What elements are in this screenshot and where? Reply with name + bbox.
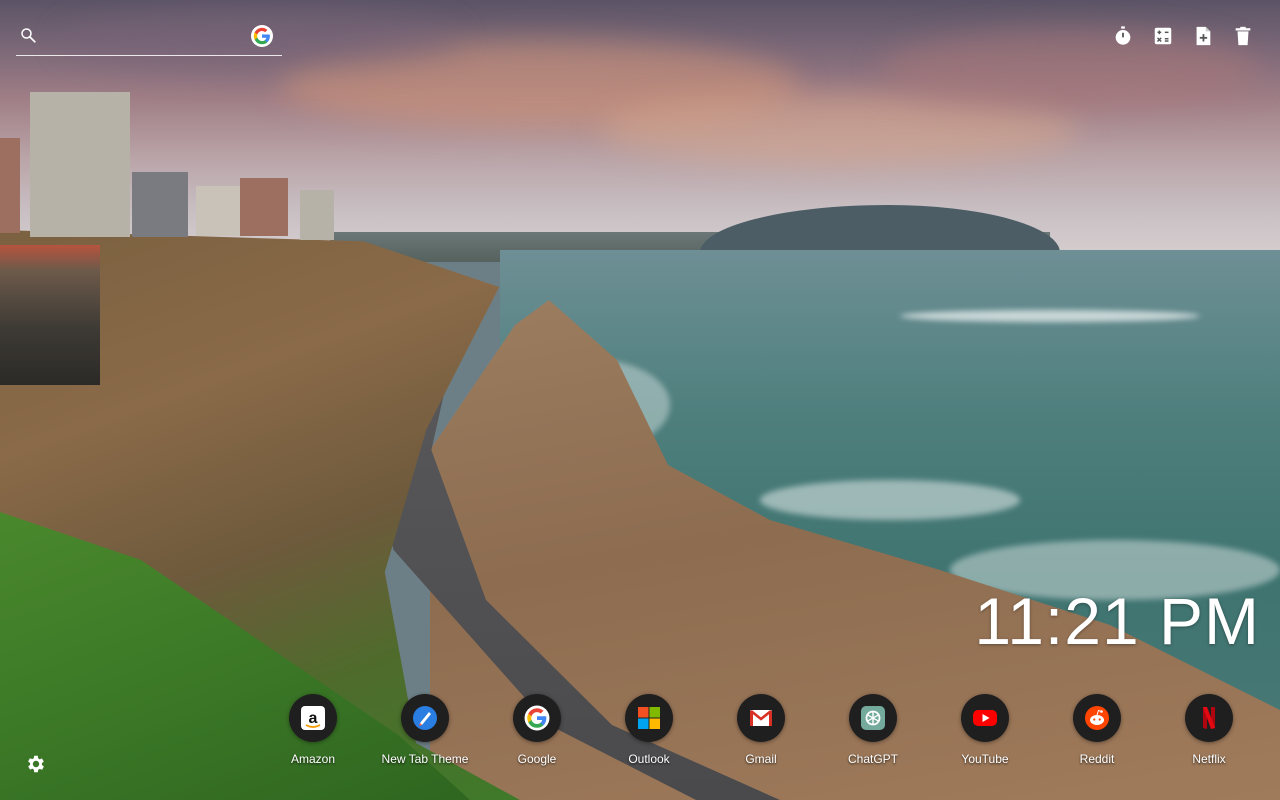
cliff-restaurant: [0, 245, 100, 385]
shortcut-label: Google: [517, 752, 557, 766]
shortcut-label: Gmail: [745, 752, 777, 766]
shortcut-label: YouTube: [961, 752, 1009, 766]
amazon-icon: a: [301, 706, 325, 730]
new-note-button[interactable]: [1191, 24, 1214, 48]
search-input[interactable]: [50, 24, 254, 50]
calculator-icon: [1154, 27, 1171, 45]
building: [132, 172, 188, 237]
search-icon[interactable]: [19, 26, 37, 44]
svg-text:a: a: [309, 710, 318, 727]
shortcut-new-tab-theme[interactable]: New Tab Theme: [369, 694, 481, 774]
shortcut-circle: a: [289, 694, 337, 742]
timer-icon: [1115, 26, 1130, 45]
shortcut-chatgpt[interactable]: ChatGPT: [817, 694, 929, 774]
building: [300, 190, 334, 240]
building: [196, 186, 240, 236]
building: [30, 92, 130, 237]
search-bar: [16, 20, 282, 56]
shortcut-label: Outlook: [628, 752, 670, 766]
building: [0, 138, 20, 233]
shortcut-label: Reddit: [1079, 752, 1115, 766]
shortcuts-bar: a Amazon New Tab Theme Google Outlook Gm…: [257, 694, 1265, 774]
clock-time: 11:21 PM: [974, 584, 1260, 658]
settings-button[interactable]: [25, 753, 47, 775]
shortcut-gmail[interactable]: Gmail: [705, 694, 817, 774]
shortcut-label: Amazon: [290, 752, 336, 766]
shortcut-label: ChatGPT: [847, 752, 898, 766]
wave: [900, 310, 1200, 322]
gmail-icon: [750, 709, 772, 726]
trash-button[interactable]: [1231, 24, 1254, 48]
calculator-button[interactable]: [1151, 24, 1174, 48]
shortcut-outlook[interactable]: Outlook: [593, 694, 705, 774]
shortcut-circle: [513, 694, 561, 742]
shortcut-circle: [849, 694, 897, 742]
shortcut-circle: [737, 694, 785, 742]
shortcut-google[interactable]: Google: [481, 694, 593, 774]
shortcut-label: New Tab Theme: [381, 752, 469, 766]
timer-button[interactable]: [1111, 24, 1134, 48]
shortcut-reddit[interactable]: Reddit: [1041, 694, 1153, 774]
shortcut-netflix[interactable]: Netflix: [1153, 694, 1265, 774]
youtube-icon: [973, 710, 997, 726]
trash-icon: [1235, 26, 1250, 46]
wave: [760, 480, 1020, 520]
shortcut-amazon[interactable]: a Amazon: [257, 694, 369, 774]
chatgpt-icon: [861, 706, 885, 730]
new-note-icon: [1196, 26, 1210, 46]
outlook-icon: [638, 707, 660, 729]
shortcut-circle: [1185, 694, 1233, 742]
shortcut-circle: [961, 694, 1009, 742]
shortcut-youtube[interactable]: YouTube: [929, 694, 1041, 774]
shortcut-circle: [401, 694, 449, 742]
reddit-icon: [1085, 706, 1109, 730]
background-image: [0, 0, 1280, 800]
new-tab-theme-icon: [413, 706, 437, 730]
shortcut-circle: [1073, 694, 1121, 742]
toolbar: [1111, 24, 1254, 48]
gear-icon: [28, 755, 44, 773]
shortcut-circle: [625, 694, 673, 742]
building: [240, 178, 288, 236]
netflix-icon: [1203, 707, 1215, 729]
google-icon[interactable]: [251, 25, 273, 47]
shortcut-label: Netflix: [1192, 752, 1226, 766]
google-icon: [524, 705, 550, 731]
